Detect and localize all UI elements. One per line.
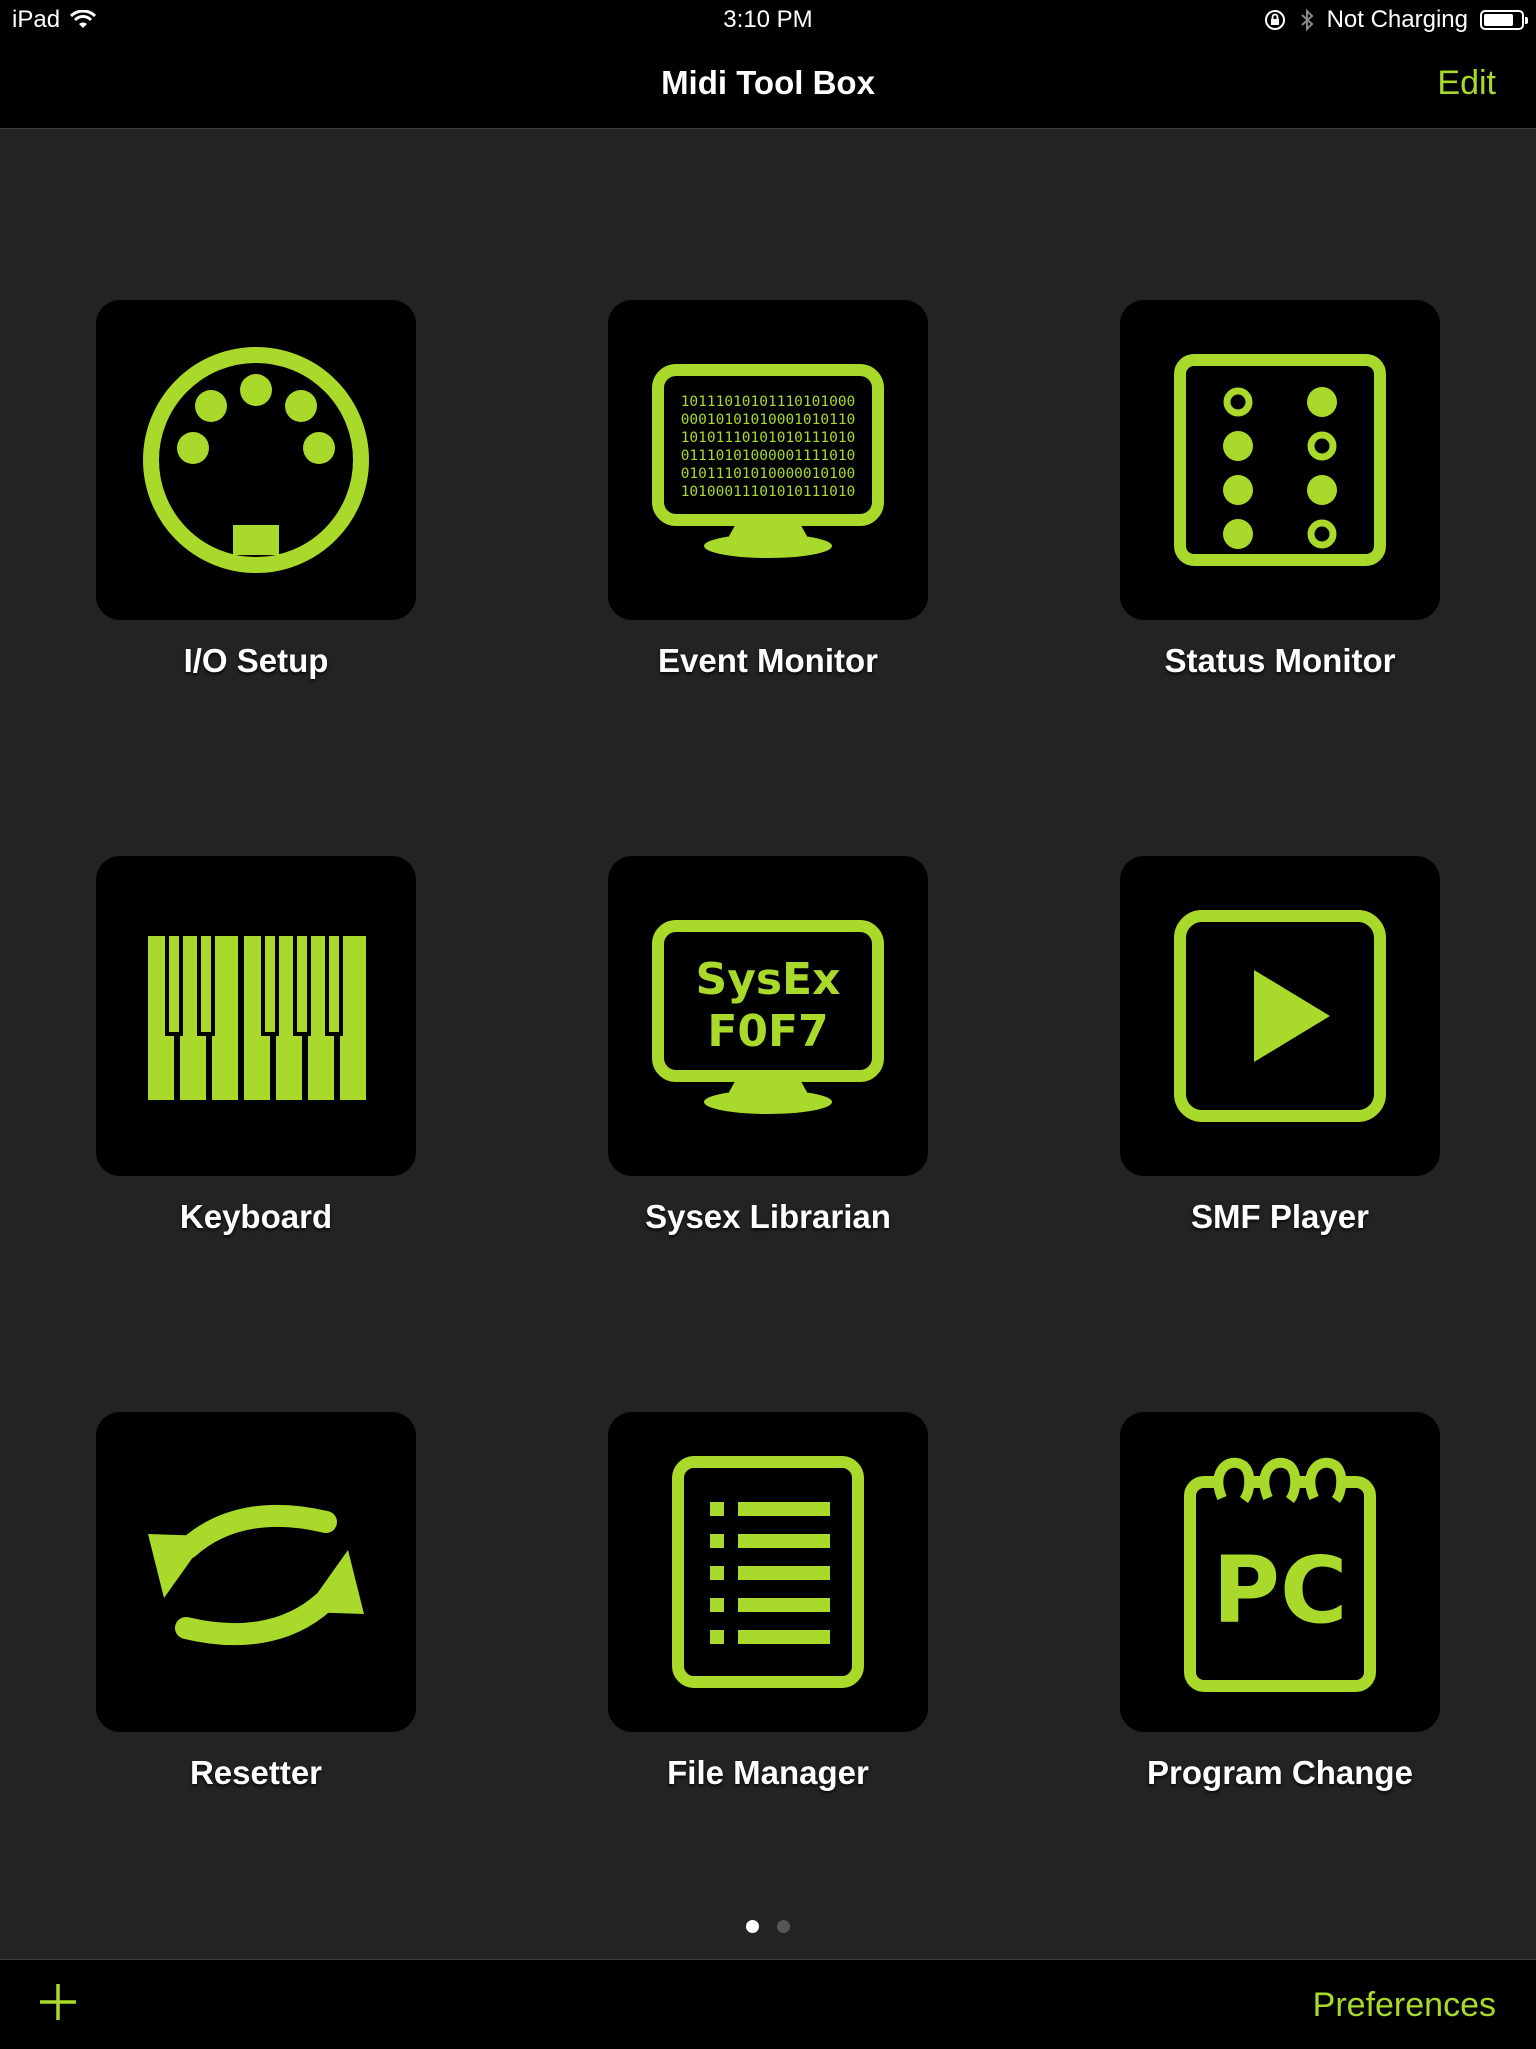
piano-keys-icon xyxy=(148,936,366,1100)
tile-label: I/O Setup xyxy=(183,642,329,679)
play-icon xyxy=(1174,910,1386,1122)
binary-line: 01011101010000010100 xyxy=(681,466,856,482)
tile-status-monitor[interactable]: Status Monitor xyxy=(1120,300,1440,680)
edit-button[interactable]: Edit xyxy=(1437,64,1496,103)
bluetooth-icon xyxy=(1300,8,1314,32)
charging-status: Not Charging xyxy=(1326,6,1468,33)
tile-program-change[interactable]: PC Program Change xyxy=(1120,1412,1440,1792)
tile-label: Sysex Librarian xyxy=(645,1198,891,1235)
device-name: iPad xyxy=(12,6,61,33)
file-list-icon xyxy=(672,1456,864,1688)
tile-label: Keyboard xyxy=(179,1198,333,1235)
plus-icon[interactable] xyxy=(36,1980,80,2024)
tile-label: Status Monitor xyxy=(1164,642,1396,679)
tile-label: Resetter xyxy=(189,1754,323,1791)
page-dot-2[interactable] xyxy=(777,1920,790,1933)
notepad-pc-icon: PC xyxy=(1184,1457,1376,1692)
launcher-grid: I/O Setup 10111010101110101000 000101010… xyxy=(0,129,1536,1959)
page-indicator[interactable] xyxy=(0,1920,1536,1933)
status-lights-icon xyxy=(1174,354,1386,566)
navigation-bar: Midi Tool Box Edit xyxy=(0,40,1536,129)
binary-line: 10111010101110101000 xyxy=(681,394,856,410)
tile-event-monitor[interactable]: 10111010101110101000 0001010101000101011… xyxy=(608,300,928,680)
pc-text: PC xyxy=(1213,1537,1348,1644)
binary-line: 10101110101010111010 xyxy=(681,430,856,446)
tile-label: Program Change xyxy=(1147,1754,1413,1791)
tile-keyboard[interactable]: Keyboard xyxy=(96,856,416,1236)
tile-sysex-librarian[interactable]: SysEx F0F7 Sysex Librarian xyxy=(608,856,928,1236)
sysex-monitor-icon: SysEx F0F7 xyxy=(652,920,884,1114)
preferences-button[interactable]: Preferences xyxy=(1313,1986,1496,2025)
battery-icon xyxy=(1480,10,1528,30)
status-bar: iPad 3:10 PM Not Charging xyxy=(0,0,1536,40)
binary-monitor-icon: 10111010101110101000 0001010101000101011… xyxy=(652,364,884,558)
tile-resetter[interactable]: Resetter xyxy=(96,1412,416,1792)
sysex-text: SysEx xyxy=(696,954,841,1005)
reset-arrows-icon xyxy=(148,1504,364,1646)
tile-file-manager[interactable]: File Manager xyxy=(608,1412,928,1792)
midi-din-connector-icon xyxy=(143,347,369,573)
binary-line: 10100011101010111010 xyxy=(681,484,856,500)
tile-label: File Manager xyxy=(667,1754,869,1791)
tile-smf-player[interactable]: SMF Player xyxy=(1120,856,1440,1236)
page-title: Midi Tool Box xyxy=(661,64,875,101)
tile-label: SMF Player xyxy=(1191,1198,1369,1235)
bottom-toolbar: Preferences xyxy=(0,1959,1536,2049)
binary-line: 00010101010001010110 xyxy=(681,412,856,428)
tile-io-setup[interactable]: I/O Setup xyxy=(96,300,416,680)
page-dot-1[interactable] xyxy=(746,1920,759,1933)
binary-line: 01110101000001111010 xyxy=(681,448,856,464)
orientation-lock-icon xyxy=(1264,10,1285,30)
status-time: 3:10 PM xyxy=(723,6,813,33)
sysex-code: F0F7 xyxy=(707,1006,828,1057)
tile-label: Event Monitor xyxy=(658,642,878,679)
battery-level xyxy=(1484,14,1513,26)
wifi-icon xyxy=(70,10,97,28)
